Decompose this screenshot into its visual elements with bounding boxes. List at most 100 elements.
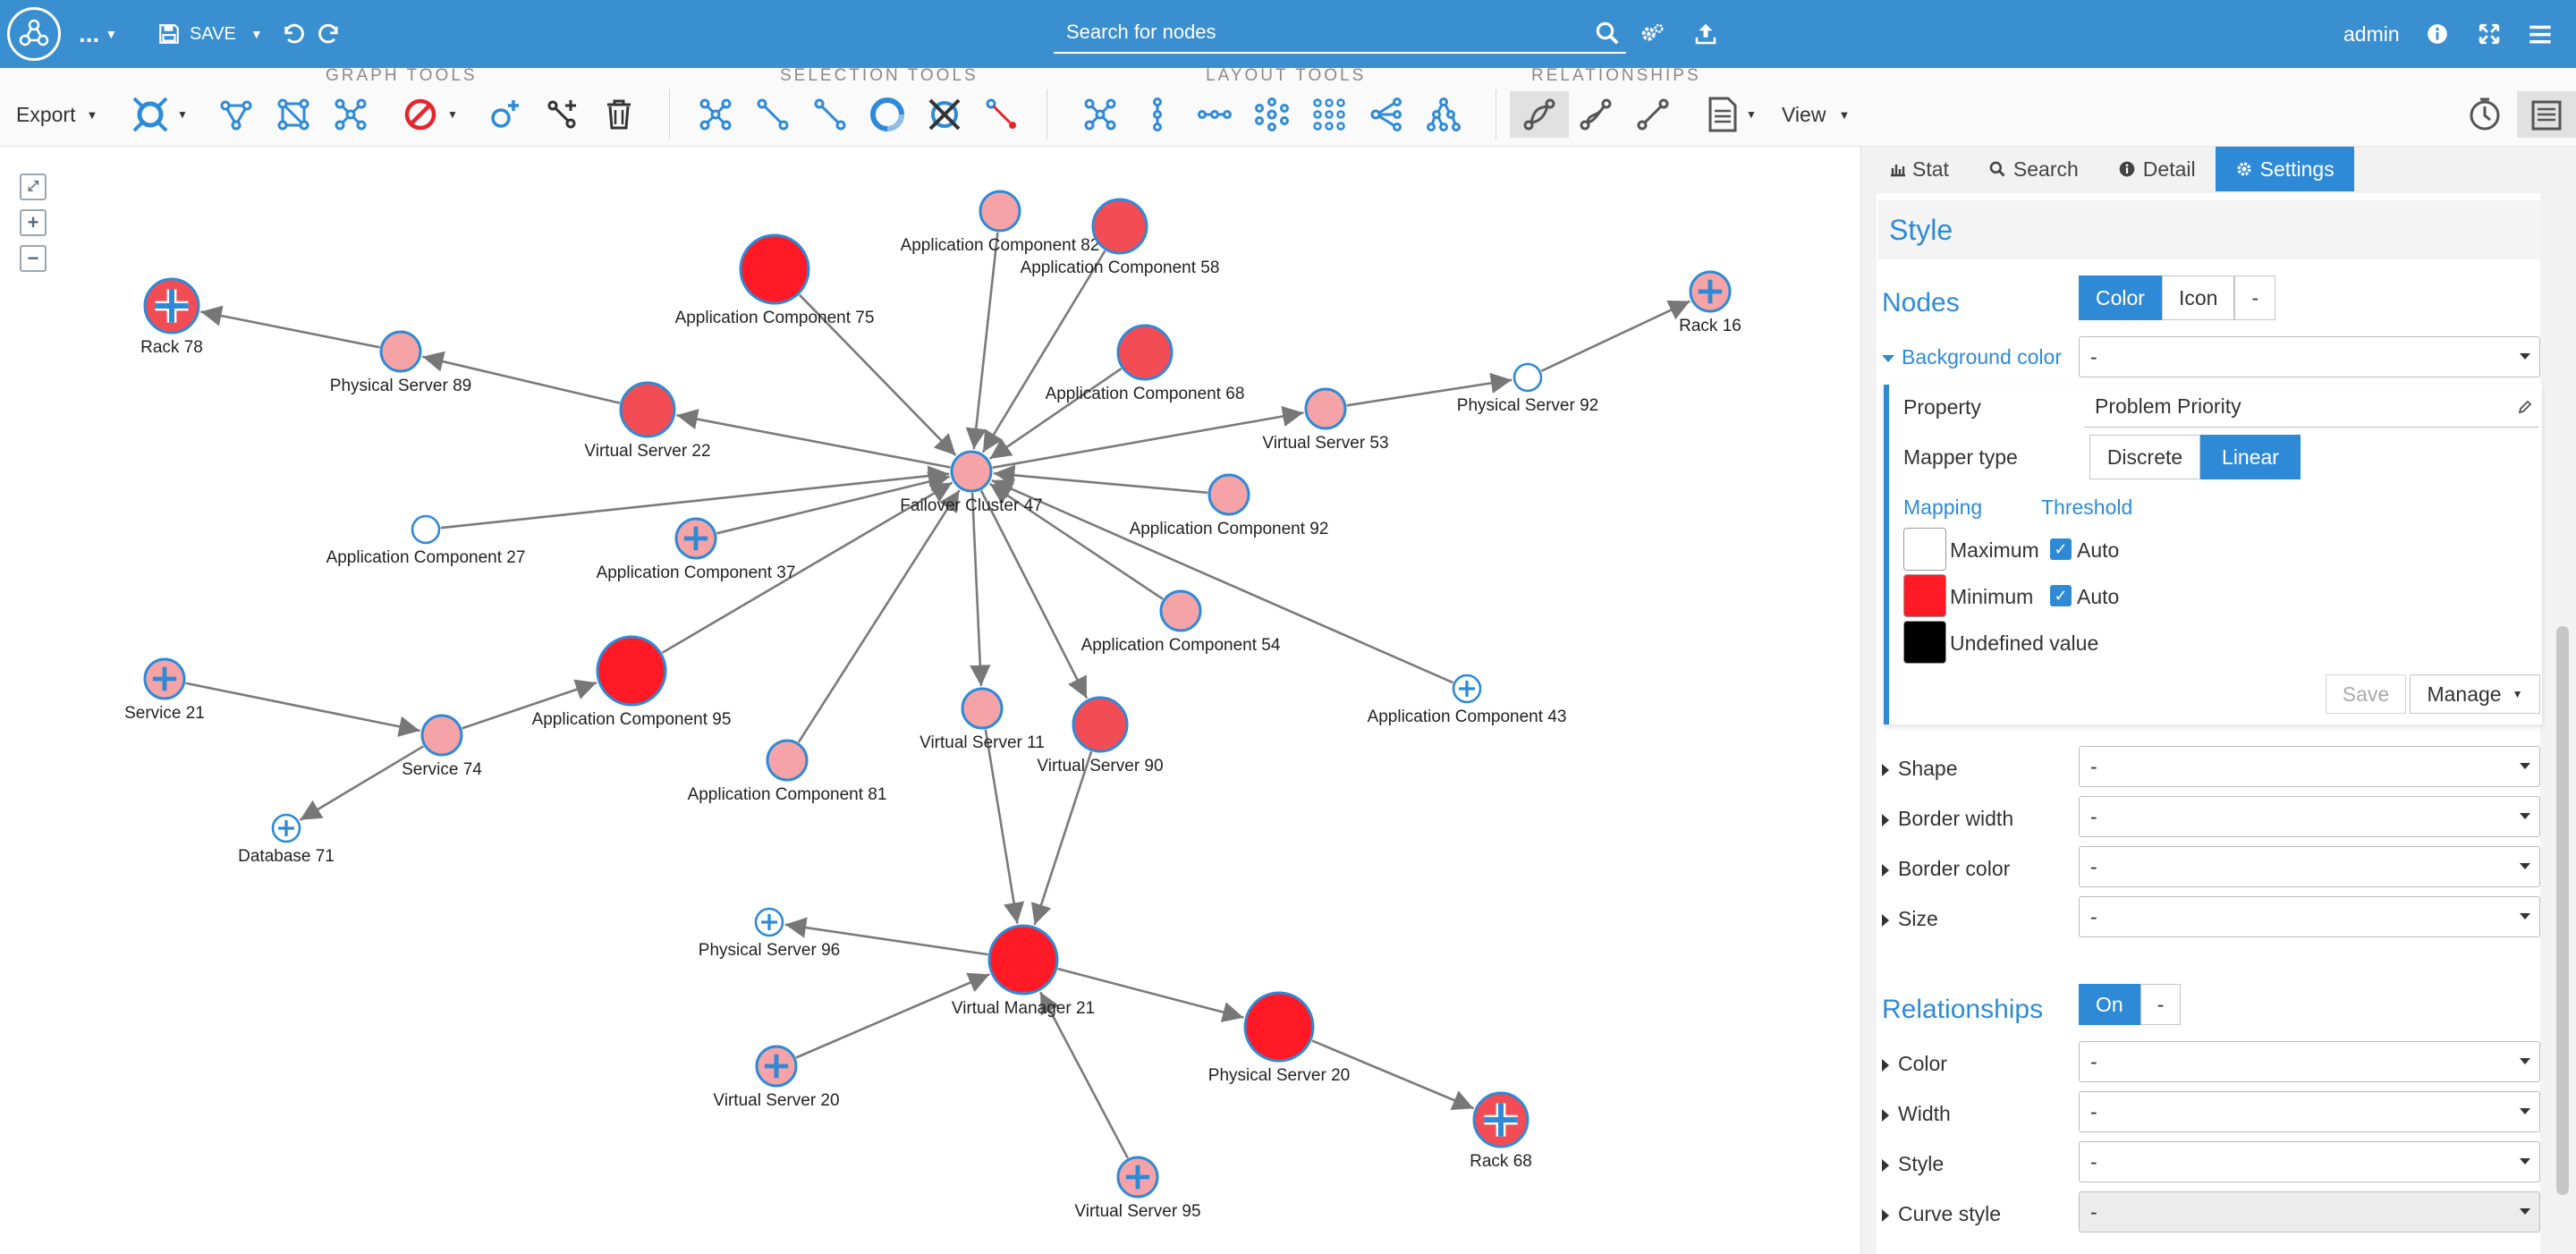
graph-node[interactable]: Physical Server 92: [1457, 362, 1598, 415]
relationship-edge[interactable]: [992, 405, 1304, 470]
user-name[interactable]: admin: [2343, 0, 2400, 68]
relationship-edge[interactable]: [185, 682, 420, 737]
select-path-tool[interactable]: [751, 91, 794, 138]
color-mode-button[interactable]: Color: [2079, 275, 2162, 320]
minimum-color-swatch[interactable]: [1903, 574, 1946, 617]
linear-button[interactable]: Linear: [2200, 435, 2301, 479]
graph-node[interactable]: Virtual Server 95: [1074, 1156, 1201, 1221]
layout-vertical-tool[interactable]: [1136, 91, 1179, 138]
tab-stat[interactable]: Stat: [1869, 147, 1969, 191]
relationships-curved-tool[interactable]: [1574, 91, 1617, 138]
maximum-auto-checkbox[interactable]: ✓: [2050, 538, 2072, 560]
select-edge-tool[interactable]: [809, 91, 852, 138]
property-row-size[interactable]: Size: [1882, 907, 1938, 931]
relationship-edge[interactable]: [965, 232, 999, 450]
graph-svg[interactable]: Rack 78 Physical Server 89 Virtual Server …: [0, 147, 1860, 1254]
undefined-color-swatch[interactable]: [1903, 621, 1946, 664]
node-circle[interactable]: [1072, 696, 1129, 753]
property-row-border-width[interactable]: Border width: [1882, 807, 2013, 831]
node-circle[interactable]: [987, 924, 1059, 996]
tab-settings[interactable]: Settings: [2215, 147, 2354, 191]
tab-detail[interactable]: Detail: [2098, 147, 2216, 191]
property-row-style[interactable]: Style: [1882, 1152, 1944, 1176]
property-select[interactable]: -: [2079, 1191, 2540, 1233]
graph-node[interactable]: Application Component 68: [1046, 324, 1245, 403]
save-button[interactable]: SAVE ▼: [157, 0, 263, 68]
node-circle[interactable]: [950, 450, 993, 493]
layout-hierarchy-tool[interactable]: [1422, 91, 1465, 138]
property-row-curve-style[interactable]: Curve style: [1882, 1202, 2001, 1226]
more-menu[interactable]: ... ▼: [79, 0, 117, 68]
discrete-button[interactable]: Discrete: [2089, 435, 2200, 479]
background-color-select[interactable]: -: [2079, 336, 2540, 377]
node-circle[interactable]: [1513, 362, 1543, 393]
add-relationship-button[interactable]: [540, 91, 583, 138]
relationship-edge[interactable]: [993, 464, 1208, 495]
chevron-down-icon[interactable]: ▼: [172, 91, 193, 138]
view-dropdown[interactable]: View ▼: [1782, 91, 1880, 138]
property-select[interactable]: -: [2079, 846, 2540, 887]
node-circle[interactable]: [739, 233, 810, 305]
panel-scrollbar[interactable]: [2556, 626, 2569, 1195]
property-select[interactable]: -: [2079, 1041, 2540, 1082]
graph-node[interactable]: Service 21: [124, 657, 205, 723]
relationships-on-button[interactable]: On: [2079, 984, 2140, 1025]
graph-node[interactable]: Application Component 92: [1130, 473, 1329, 538]
node-circle[interactable]: [1208, 473, 1250, 516]
select-mode-button[interactable]: [129, 91, 172, 138]
node-circle[interactable]: [1304, 387, 1347, 430]
node-circle[interactable]: [1091, 198, 1148, 255]
graph-node[interactable]: Rack 78: [140, 277, 203, 357]
property-field[interactable]: Problem Priority: [2084, 386, 2538, 428]
select-ring-tool[interactable]: [866, 91, 909, 138]
relationship-edge[interactable]: [797, 489, 961, 743]
relationship-edge[interactable]: [676, 409, 951, 469]
side-panel-toggle[interactable]: [2517, 91, 2576, 138]
mapper-save-button[interactable]: Save: [2326, 674, 2406, 714]
search-icon[interactable]: [1594, 20, 1621, 47]
node-circle[interactable]: [379, 330, 422, 373]
graph-node[interactable]: Virtual Server 11: [919, 687, 1045, 752]
graph-node[interactable]: Application Component 37: [597, 517, 796, 582]
app-logo-icon[interactable]: [7, 7, 61, 61]
node-circle[interactable]: [596, 635, 667, 707]
manage-dropdown[interactable]: Manage ▼: [2410, 674, 2540, 714]
relationship-edge[interactable]: [1540, 300, 1690, 372]
undo-button[interactable]: [281, 0, 306, 68]
relationship-edge[interactable]: [984, 729, 1025, 924]
relationships-bundle-tool[interactable]: [1510, 91, 1569, 138]
property-select[interactable]: -: [2079, 1141, 2540, 1182]
relationship-edge[interactable]: [1030, 751, 1093, 926]
node-circle[interactable]: [979, 190, 1021, 233]
info-button[interactable]: [2426, 0, 2449, 68]
settings-gears-button[interactable]: [1639, 0, 1665, 68]
relationship-edge[interactable]: [979, 489, 1089, 699]
graph-canvas[interactable]: ⤢ + − Rack 78 Physical Server 89 Virtual S…: [0, 147, 1860, 1254]
relationships-straight-tool[interactable]: [1631, 91, 1674, 138]
square-graph-tool[interactable]: [272, 91, 315, 138]
property-row-shape[interactable]: Shape: [1882, 757, 1958, 781]
add-graph-tool[interactable]: [215, 91, 258, 138]
relationship-edge[interactable]: [970, 492, 991, 687]
fullscreen-button[interactable]: [2478, 0, 2501, 68]
mapping-tab[interactable]: Mapping: [1903, 496, 1982, 520]
graph-node[interactable]: Virtual Server 53: [1262, 387, 1389, 453]
graph-node[interactable]: Application Component 75: [675, 233, 875, 327]
minimum-auto-checkbox[interactable]: ✓: [2050, 585, 2072, 606]
property-select[interactable]: -: [2079, 896, 2540, 937]
graph-node[interactable]: Rack 16: [1679, 270, 1741, 335]
hide-button[interactable]: [399, 91, 442, 138]
property-select[interactable]: -: [2079, 1091, 2540, 1132]
node-circle[interactable]: [766, 739, 809, 782]
add-node-button[interactable]: [483, 91, 526, 138]
layout-horizontal-tool[interactable]: [1193, 91, 1236, 138]
chevron-down-icon[interactable]: ▼: [1741, 91, 1762, 138]
layout-cose-tool[interactable]: [1079, 91, 1122, 138]
document-button[interactable]: [1701, 91, 1744, 138]
delete-button[interactable]: [597, 91, 640, 138]
icon-mode-button[interactable]: Icon: [2161, 275, 2235, 320]
relationship-edge[interactable]: [988, 368, 1123, 460]
property-row-border-color[interactable]: Border color: [1882, 857, 2010, 881]
redo-button[interactable]: [317, 0, 342, 68]
none-mode-button[interactable]: -: [2234, 275, 2276, 320]
